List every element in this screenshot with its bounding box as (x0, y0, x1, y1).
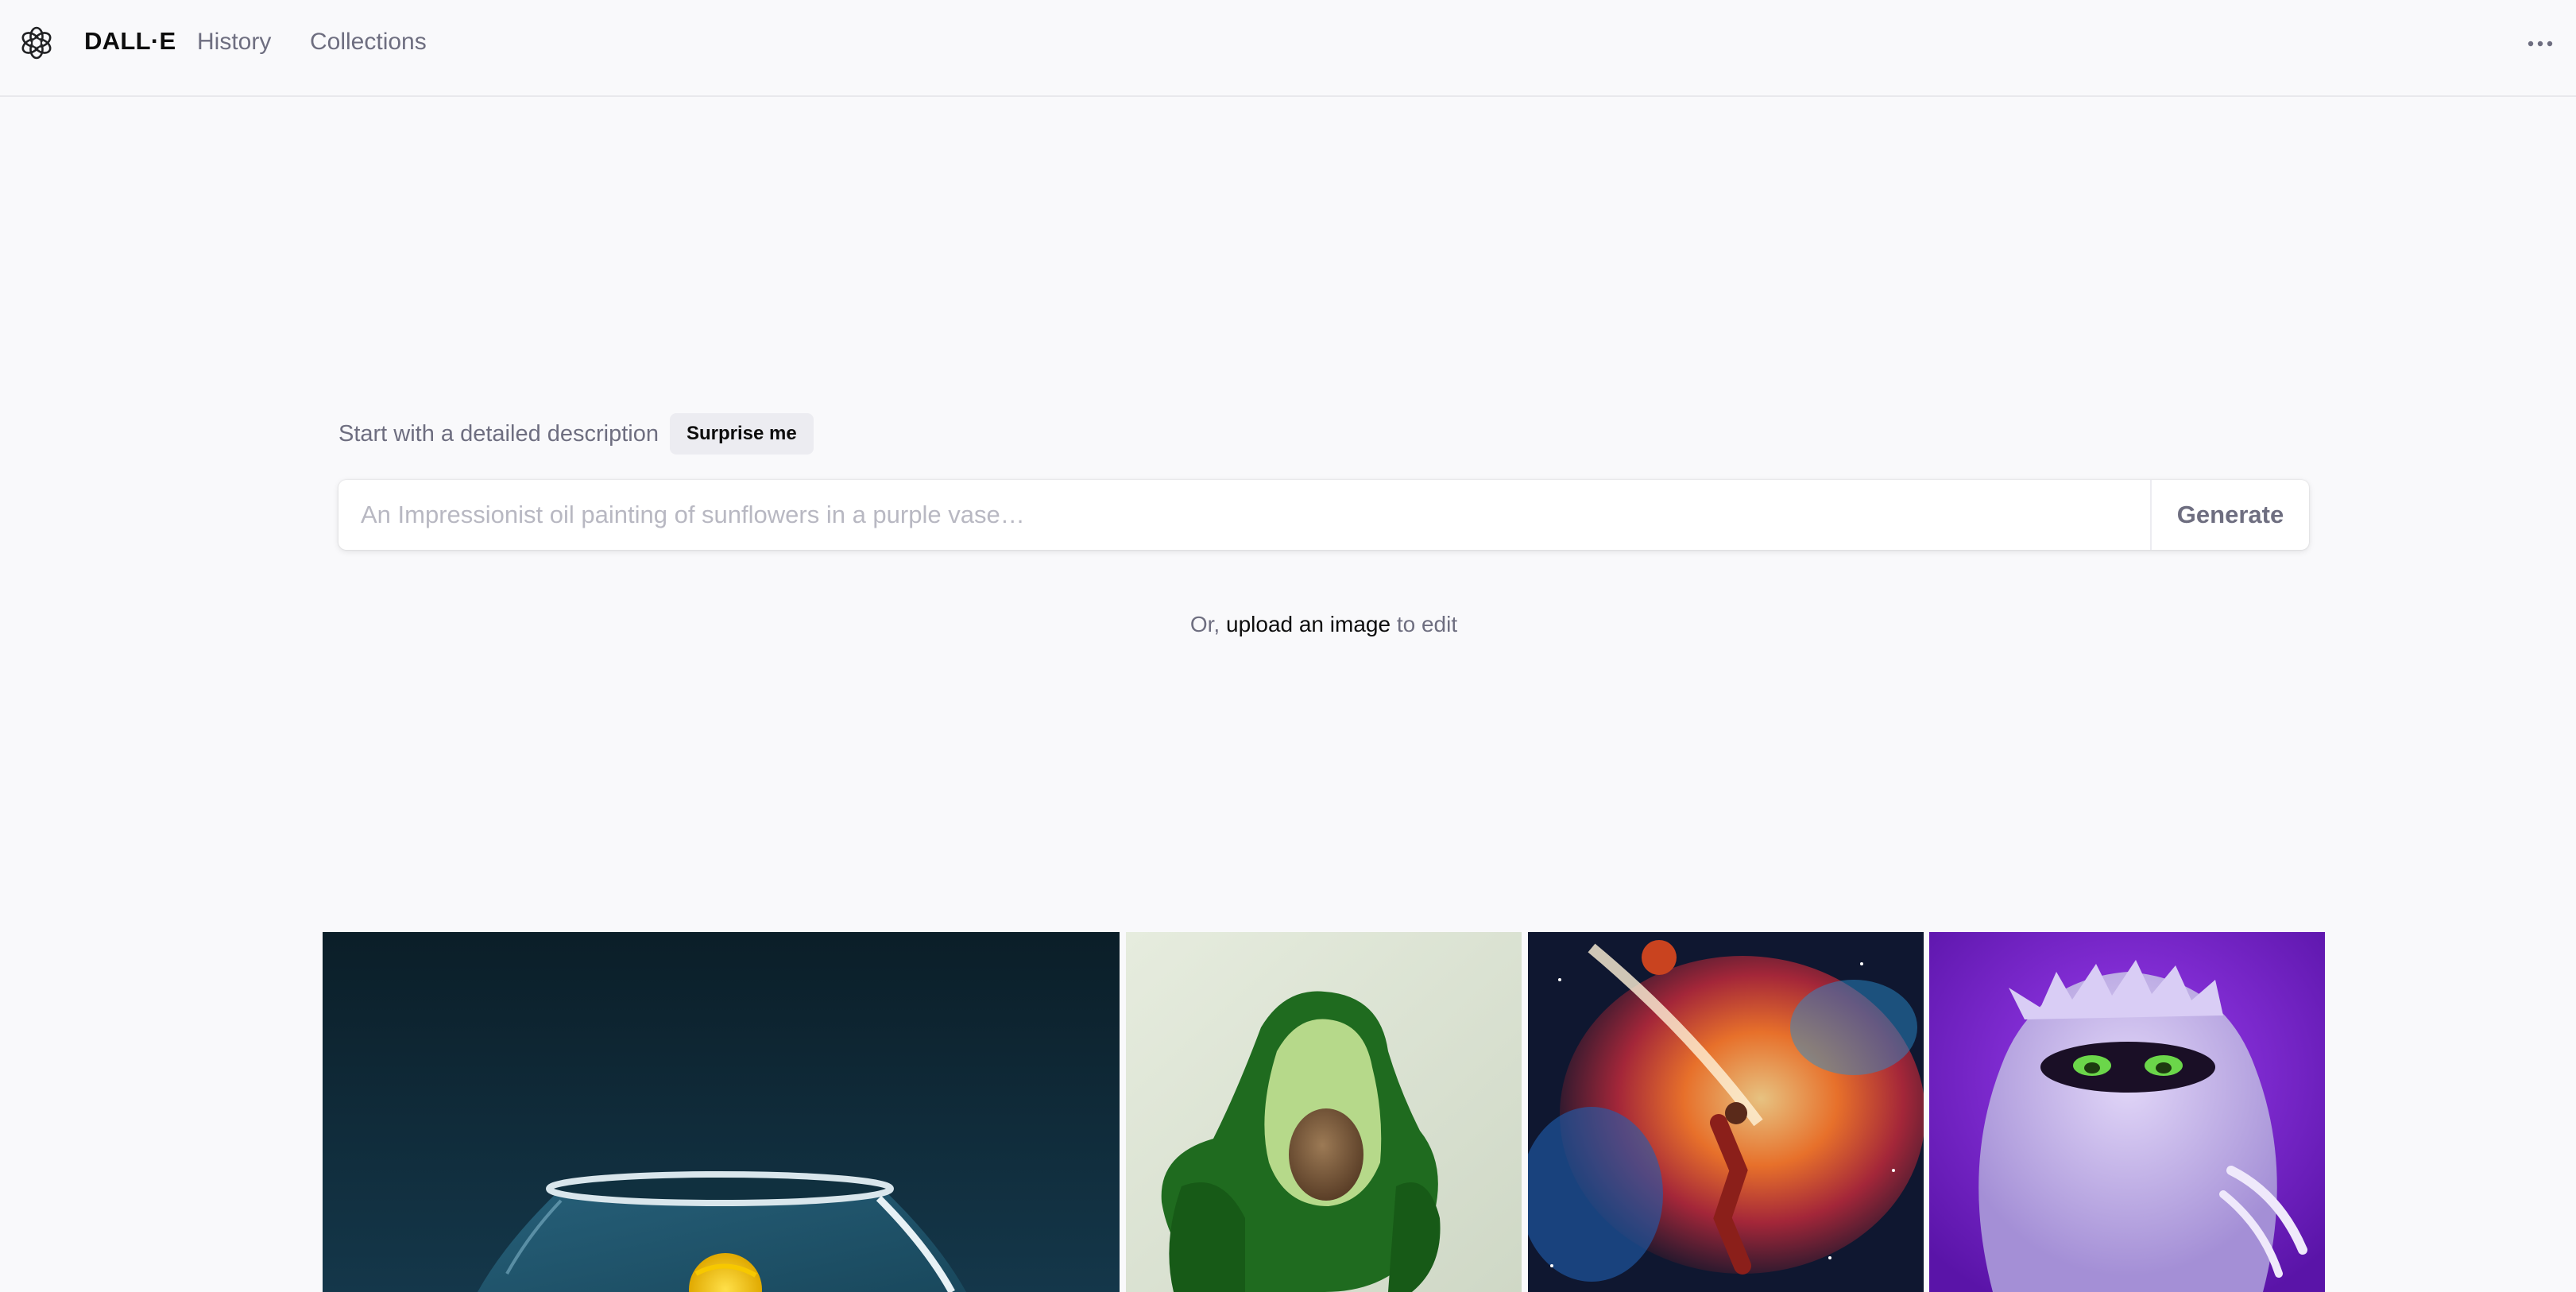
purple-monster-image (1929, 932, 2325, 1292)
upload-suffix-text: to edit (1396, 612, 1458, 636)
fishbowl-image (323, 932, 1120, 1292)
more-options-button[interactable] (2520, 24, 2560, 64)
avocado-armchair-image (1126, 932, 1522, 1292)
brand-title[interactable]: DALL·E (84, 27, 176, 56)
prompt-input[interactable] (338, 480, 2150, 550)
surprise-me-button[interactable]: Surprise me (670, 413, 814, 455)
gallery-image-avocado-armchair[interactable] (1126, 932, 1522, 1292)
nav-history-link[interactable]: History (197, 29, 271, 56)
example-gallery (323, 932, 2325, 1292)
gallery-image-space-basketball[interactable] (1528, 932, 1924, 1292)
space-basketball-image (1528, 932, 1924, 1292)
upload-image-link[interactable]: upload an image (1226, 612, 1390, 636)
prompt-intro-row: Start with a detailed description Surpri… (338, 413, 814, 455)
prompt-bar: Generate (338, 480, 2309, 550)
prompt-hint-text: Start with a detailed description (338, 420, 659, 447)
gallery-image-fishbowl[interactable] (323, 932, 1120, 1292)
nav-collections-link[interactable]: Collections (310, 29, 427, 56)
more-horizontal-icon (2528, 41, 2553, 47)
generate-button[interactable]: Generate (2150, 480, 2309, 550)
upload-instruction: Or, upload an image to edit (0, 612, 2576, 637)
gallery-image-purple-monster[interactable] (1929, 932, 2325, 1292)
upload-prefix-text: Or, (1189, 612, 1220, 636)
openai-logo-icon[interactable] (19, 25, 54, 60)
top-navigation-bar: DALL·E History Collections (0, 0, 2576, 97)
